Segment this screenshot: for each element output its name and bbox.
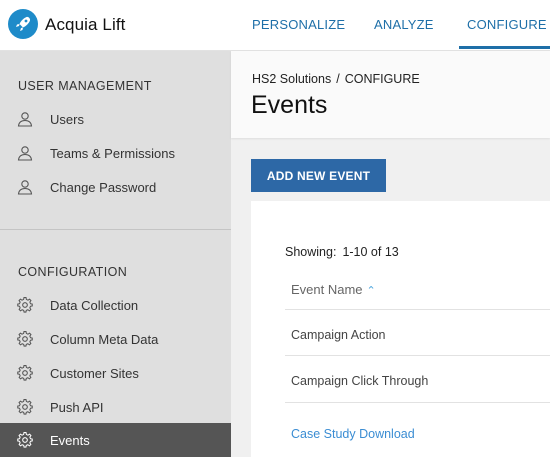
section-title-configuration: CONFIGURATION (18, 265, 128, 279)
sidebar-item-change-password[interactable]: Change Password (0, 170, 231, 204)
pagination-summary: Showing: 1-10 of 13 (285, 245, 399, 259)
sidebar-divider (0, 229, 231, 230)
tab-analyze[interactable]: ANALYZE (374, 17, 434, 32)
gear-icon (17, 399, 33, 415)
sidebar-item-label: Teams & Permissions (50, 146, 175, 161)
page-header: HS2 Solutions / CONFIGURE Events (231, 51, 550, 138)
section-title-user-management: USER MANAGEMENT (18, 79, 152, 93)
row-divider (285, 309, 550, 310)
sidebar: USER MANAGEMENT Users Teams & Permission… (0, 51, 231, 457)
sidebar-item-label: Column Meta Data (50, 332, 159, 347)
sidebar-item-events[interactable]: Events (0, 423, 231, 457)
gear-icon (17, 297, 33, 313)
sidebar-item-label: Change Password (50, 180, 157, 195)
logo-icon[interactable] (8, 9, 38, 39)
gear-icon (17, 365, 33, 381)
table-row[interactable]: Campaign Action (291, 328, 386, 342)
top-bar: Acquia Lift PERSONALIZE ANALYZE CONFIGUR… (0, 0, 550, 51)
add-new-event-button[interactable]: ADD NEW EVENT (251, 159, 386, 192)
events-table-panel: Showing: 1-10 of 13 Event Name ⌃ Campaign … (251, 201, 550, 457)
sidebar-item-teams-permissions[interactable]: Teams & Permissions (0, 136, 231, 170)
breadcrumb-parent[interactable]: HS2 Solutions (252, 72, 331, 86)
user-icon (17, 112, 33, 127)
column-header-event-name[interactable]: Event Name ⌃ (291, 282, 376, 297)
tab-configure[interactable]: CONFIGURE (459, 17, 550, 49)
showing-value: 1-10 of 13 (342, 245, 399, 259)
table-row[interactable]: Case Study Download (291, 427, 415, 441)
breadcrumb-current: CONFIGURE (344, 72, 420, 86)
sidebar-item-users[interactable]: Users (0, 102, 231, 136)
sidebar-item-push-api[interactable]: Push API (0, 390, 231, 424)
column-header-label: Event Name (291, 282, 363, 297)
gear-icon (17, 432, 33, 448)
sort-ascending-icon: ⌃ (366, 285, 376, 297)
sidebar-item-data-collection[interactable]: Data Collection (0, 288, 231, 322)
brand-name: Acquia Lift (45, 15, 126, 34)
main-content: HS2 Solutions / CONFIGURE Events ADD NEW E… (231, 51, 550, 457)
showing-label: Showing: (285, 245, 337, 259)
breadcrumb-separator: / (336, 72, 340, 86)
user-icon (17, 180, 33, 195)
sidebar-item-label: Customer Sites (50, 366, 139, 381)
sidebar-item-column-meta-data[interactable]: Column Meta Data (0, 322, 231, 356)
tab-personalize[interactable]: PERSONALIZE (252, 17, 345, 32)
row-divider (285, 355, 550, 356)
page-title: Events (251, 91, 328, 119)
sidebar-item-label: Events (50, 433, 90, 448)
gear-icon (17, 331, 33, 347)
table-row[interactable]: Campaign Click Through (291, 374, 428, 388)
row-divider (285, 402, 550, 403)
breadcrumb: HS2 Solutions / CONFIGURE (252, 72, 420, 86)
sidebar-item-label: Push API (50, 400, 104, 415)
user-icon (17, 146, 33, 161)
sidebar-item-label: Users (50, 112, 84, 127)
sidebar-item-label: Data Collection (50, 298, 139, 313)
sidebar-item-customer-sites[interactable]: Customer Sites (0, 356, 231, 390)
